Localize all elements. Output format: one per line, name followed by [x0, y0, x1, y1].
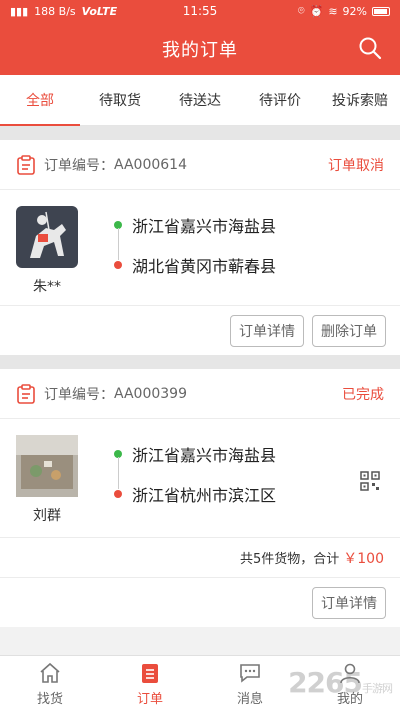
- nav-messages[interactable]: 消息: [200, 656, 300, 711]
- order-summary: 共5件货物，合计 ￥100: [0, 537, 400, 577]
- divider: [0, 126, 400, 140]
- nav-orders[interactable]: 订单: [100, 656, 200, 711]
- order-card[interactable]: 订单编号： AA000614 订单取消 朱** 浙江省嘉兴市海盐县 湖北省黄冈市…: [0, 140, 400, 355]
- avatar: [16, 206, 78, 268]
- destination-dot: [114, 261, 122, 269]
- nav-label: 消息: [236, 691, 263, 707]
- nav-label: 找货: [36, 691, 63, 707]
- order-header: 订单编号： AA000399 已完成: [0, 369, 400, 419]
- order-id: AA000399: [114, 385, 187, 402]
- tab-all[interactable]: 全部: [0, 75, 80, 126]
- route: 浙江省嘉兴市海盐县 浙江省杭州市滨江区: [114, 435, 276, 537]
- order-detail-button[interactable]: 订单详情: [312, 586, 386, 619]
- origin-address: 浙江省嘉兴市海盐县: [132, 217, 277, 236]
- message-icon: [240, 663, 260, 683]
- goods-summary: 共5件货物，合计: [239, 552, 340, 567]
- delete-order-button[interactable]: 删除订单: [312, 314, 386, 347]
- tab-pending-delivery[interactable]: 待送达: [160, 75, 240, 125]
- order-header: 订单编号： AA000614 订单取消: [0, 140, 400, 190]
- destination-address: 湖北省黄冈市蕲春县: [132, 257, 277, 276]
- order-id-label: 订单编号：: [44, 157, 114, 174]
- status-bar: ▮▮▮ 188 B/s VoLTE 11:55 ⌾ ⏰ ≋ 92%: [0, 0, 400, 22]
- nav-label: 订单: [136, 691, 163, 707]
- route-destination: 湖北省黄冈市蕲春县: [114, 250, 276, 280]
- order-amount: ￥100: [343, 550, 384, 567]
- tab-pending-pickup[interactable]: 待取货: [80, 75, 160, 125]
- knight-logo-icon: [16, 206, 78, 268]
- order-id: AA000614: [114, 156, 187, 173]
- user-name: 朱**: [33, 279, 61, 295]
- order-icon: [142, 663, 158, 683]
- order-id-label: 订单编号：: [44, 386, 114, 403]
- order-actions: 订单详情 删除订单: [0, 305, 400, 355]
- divider: [0, 355, 400, 369]
- order-actions: 订单详情: [0, 577, 400, 627]
- order-detail-button[interactable]: 订单详情: [230, 314, 304, 347]
- tab-complaints[interactable]: 投诉索赔: [320, 75, 400, 125]
- origin-address: 浙江省嘉兴市海盐县: [132, 446, 277, 465]
- route-origin: 浙江省嘉兴市海盐县: [114, 439, 276, 469]
- nav-find-goods[interactable]: 找货: [0, 656, 100, 711]
- user-name: 刘群: [33, 508, 61, 524]
- battery-icon: [372, 6, 390, 16]
- photo-avatar-icon: [16, 435, 78, 497]
- order-body: 刘群 浙江省嘉兴市海盐县 浙江省杭州市滨江区: [0, 419, 400, 537]
- destination-dot: [114, 490, 122, 498]
- tab-pending-review[interactable]: 待评价: [240, 75, 320, 125]
- order-status: 已完成: [342, 386, 384, 403]
- order-status: 订单取消: [328, 157, 384, 174]
- page-title: 我的订单: [162, 39, 238, 61]
- home-icon: [40, 662, 60, 683]
- clipboard-icon: [17, 154, 35, 175]
- nav-label: 我的: [336, 691, 363, 707]
- search-icon[interactable]: [358, 36, 382, 60]
- route: 浙江省嘉兴市海盐县 湖北省黄冈市蕲春县: [114, 206, 276, 305]
- app-header: 我的订单: [0, 22, 400, 75]
- bottom-nav: 找货 订单 消息 我的 2265手游网: [0, 655, 400, 711]
- clipboard-icon: [17, 383, 35, 404]
- profile-icon: [340, 663, 360, 683]
- destination-address: 浙江省杭州市滨江区: [132, 486, 277, 505]
- route-origin: 浙江省嘉兴市海盐县: [114, 210, 276, 240]
- order-tabs: 全部 待取货 待送达 待评价 投诉索赔: [0, 75, 400, 126]
- route-line: [117, 457, 119, 489]
- nav-profile[interactable]: 我的: [300, 656, 400, 711]
- qrcode-icon[interactable]: [360, 471, 380, 491]
- route-destination: 浙江省杭州市滨江区: [114, 479, 276, 509]
- order-card[interactable]: 订单编号： AA000399 已完成 刘群 浙江省嘉兴市海盐县 浙江省杭州市滨江…: [0, 369, 400, 627]
- avatar: [16, 435, 78, 497]
- route-line: [117, 228, 119, 260]
- status-time: 11:55: [182, 4, 218, 18]
- order-body: 朱** 浙江省嘉兴市海盐县 湖北省黄冈市蕲春县: [0, 190, 400, 305]
